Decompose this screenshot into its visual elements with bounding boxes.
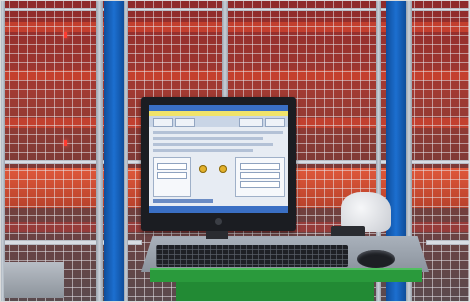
red-indicator-light xyxy=(64,32,67,38)
screen-tab xyxy=(265,118,285,127)
desk-front-panel xyxy=(176,282,374,302)
grey-post xyxy=(0,0,5,302)
screen-tab xyxy=(153,118,173,127)
blue-post xyxy=(104,0,124,302)
screen-row xyxy=(153,143,273,146)
screen-right-panel xyxy=(235,157,285,197)
monitor-stand xyxy=(206,231,228,239)
screen-field xyxy=(157,163,187,170)
keyboard-icon xyxy=(156,245,348,267)
screen-tab xyxy=(175,118,195,127)
screen-tab xyxy=(239,118,263,127)
monitor-icon xyxy=(141,97,296,231)
screen-field xyxy=(157,172,187,179)
desk-green-edge xyxy=(150,268,422,282)
grey-post xyxy=(96,0,103,302)
monitor-screen xyxy=(149,105,288,213)
screen-left-panel xyxy=(153,157,191,197)
screen-status-icon xyxy=(219,165,227,173)
warehouse-workstation-photo xyxy=(0,0,470,302)
screen-status-icon xyxy=(199,165,207,173)
screen-row xyxy=(153,149,253,152)
red-indicator-light xyxy=(64,140,67,146)
screen-field xyxy=(240,172,280,179)
screen-row xyxy=(153,137,263,140)
screen-status-bar xyxy=(149,206,288,213)
fence-rail xyxy=(426,240,470,245)
floor-equipment xyxy=(4,262,64,298)
mouse-icon xyxy=(357,250,395,268)
monitor-logo xyxy=(215,218,222,225)
grey-post xyxy=(124,0,128,302)
screen-field xyxy=(240,181,280,188)
screen-row xyxy=(153,131,283,134)
screen-button-row xyxy=(153,199,213,203)
screen-field xyxy=(240,163,280,170)
